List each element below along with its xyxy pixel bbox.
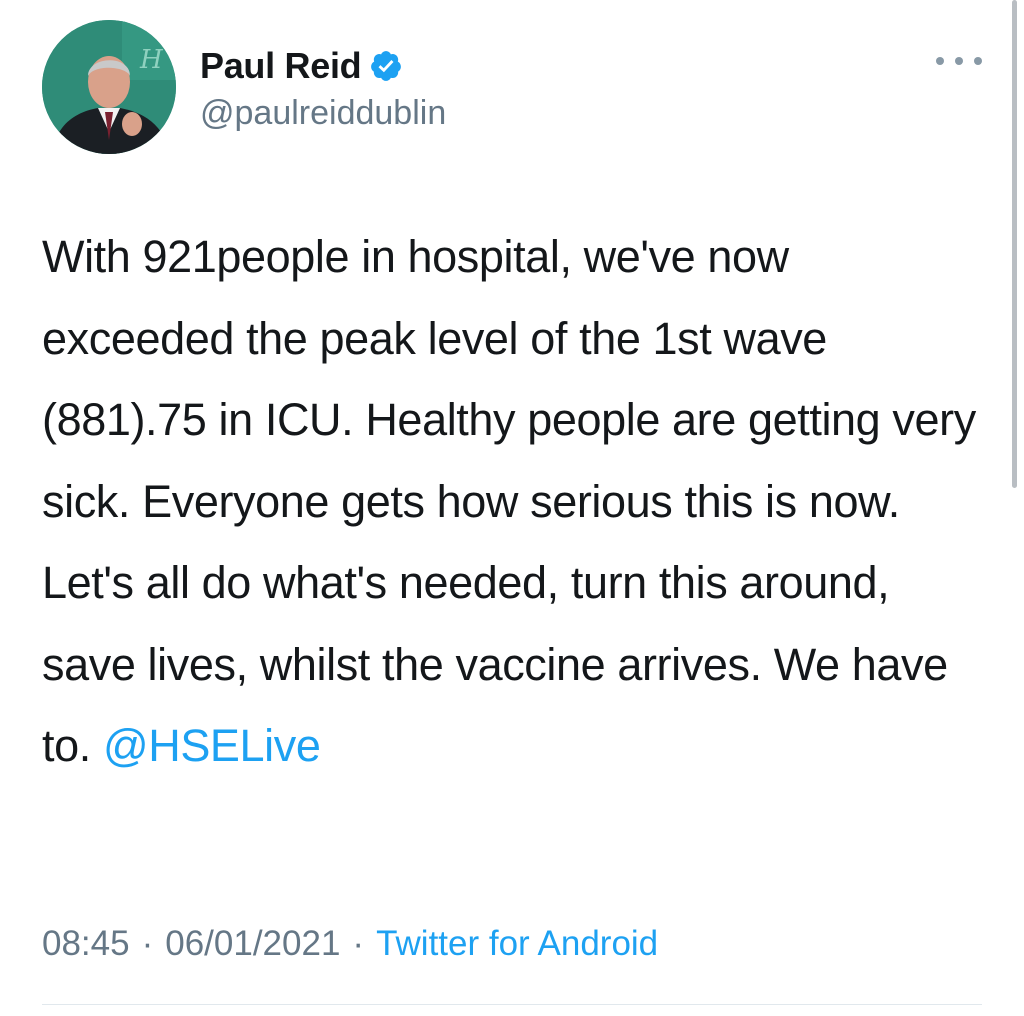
tweet-date[interactable]: 06/01/2021 bbox=[165, 924, 340, 963]
tweet-meta: 08:45 · 06/01/2021 · Twitter for Android bbox=[42, 924, 658, 964]
scrollbar[interactable] bbox=[1012, 0, 1017, 488]
more-dot bbox=[955, 57, 963, 65]
more-dot bbox=[936, 57, 944, 65]
mention-link[interactable]: @HSELive bbox=[103, 720, 321, 771]
verified-badge-icon bbox=[369, 49, 403, 83]
svg-text:H: H bbox=[139, 45, 164, 75]
avatar-image: H bbox=[42, 20, 176, 154]
handle[interactable]: @paulreiddublin bbox=[200, 94, 446, 133]
display-name[interactable]: Paul Reid bbox=[200, 45, 362, 87]
tweet-source-link[interactable]: Twitter for Android bbox=[376, 924, 658, 963]
tweet-body: With 921people in hospital, we've now ex… bbox=[42, 231, 976, 771]
meta-separator: · bbox=[352, 924, 365, 963]
tweet: H Paul Reid @paulreiddublin With 921peop… bbox=[0, 0, 1024, 1016]
divider bbox=[42, 1004, 982, 1005]
author-block: Paul Reid @paulreiddublin bbox=[200, 44, 446, 133]
more-dot bbox=[974, 57, 982, 65]
name-row: Paul Reid bbox=[200, 44, 446, 88]
more-horizontal-icon[interactable] bbox=[936, 50, 982, 72]
avatar[interactable]: H bbox=[42, 20, 176, 154]
tweet-time[interactable]: 08:45 bbox=[42, 924, 130, 963]
tweet-text: With 921people in hospital, we've now ex… bbox=[42, 216, 982, 787]
meta-separator: · bbox=[141, 924, 154, 963]
